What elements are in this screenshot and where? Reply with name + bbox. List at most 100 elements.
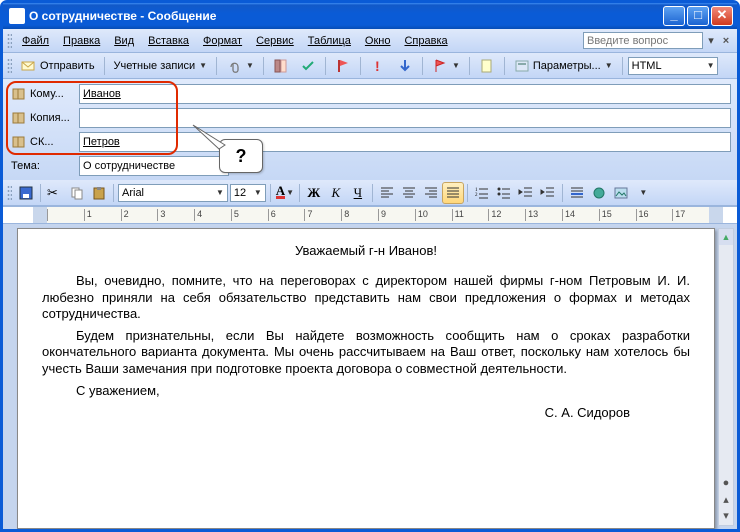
paragraph: Будем признательны, если Вы найдете возм…	[42, 328, 690, 377]
chevron-down-icon[interactable]: ▼	[707, 61, 715, 70]
bold-button[interactable]: Ж	[304, 183, 324, 203]
menu-format[interactable]: Формат	[197, 33, 248, 49]
underline-button[interactable]: Ч	[348, 183, 368, 203]
importance-high-button[interactable]: !	[366, 56, 390, 76]
help-dropdown-icon[interactable]: ▾	[705, 34, 717, 47]
to-field[interactable]: Иванов	[79, 84, 731, 104]
editor-area: Уважаемый г-н Иванов! Вы, очевидно, помн…	[3, 224, 737, 529]
menu-table[interactable]: Таблица	[302, 33, 357, 49]
toolbar-grip[interactable]	[7, 58, 12, 74]
italic-button[interactable]: К	[326, 183, 346, 203]
page-icon	[479, 58, 495, 74]
font-color-button[interactable]: A▼	[275, 183, 295, 203]
align-left-button[interactable]	[377, 183, 397, 203]
book-icon	[11, 110, 27, 126]
menu-window[interactable]: Окно	[359, 33, 397, 49]
align-right-icon	[423, 185, 439, 201]
paragraph: Вы, очевидно, помните, что на переговора…	[42, 273, 690, 322]
more-button[interactable]: ▼	[633, 183, 653, 203]
menu-close-icon[interactable]: ×	[719, 35, 733, 47]
bcc-field[interactable]: Петров	[79, 132, 731, 152]
arrow-down-icon	[397, 58, 413, 74]
toolbar-grip[interactable]	[7, 33, 12, 49]
next-page-icon[interactable]: ▾	[719, 509, 733, 525]
align-justify-button[interactable]	[443, 183, 463, 203]
insert-link-button[interactable]	[589, 183, 609, 203]
ol-icon: 12	[474, 185, 490, 201]
ruler-ticks: 1234567891011121314151617	[47, 209, 709, 221]
align-left-icon	[379, 185, 395, 201]
close-button[interactable]: ✕	[711, 6, 733, 26]
font-name-select[interactable]	[118, 184, 228, 202]
paste-button[interactable]	[89, 183, 109, 203]
importance-low-button[interactable]	[393, 56, 417, 76]
attach-button[interactable]: ▼	[222, 56, 258, 76]
align-center-button[interactable]	[399, 183, 419, 203]
chevron-down-icon[interactable]: ▼	[216, 188, 224, 197]
menu-insert[interactable]: Вставка	[142, 33, 195, 49]
permission-button[interactable]	[331, 56, 355, 76]
vertical-scrollbar[interactable]: ▲ ● ▴ ▾	[718, 228, 734, 526]
insert-picture-button[interactable]	[611, 183, 631, 203]
chevron-down-icon: ▼	[605, 61, 613, 70]
to-button[interactable]: Кому...	[9, 84, 75, 104]
ruler[interactable]: 1234567891011121314151617	[3, 206, 737, 224]
options-icon	[514, 58, 530, 74]
window-title: О сотрудничестве - Сообщение	[29, 9, 663, 23]
maximize-button[interactable]: □	[687, 6, 709, 26]
align-right-button[interactable]	[421, 183, 441, 203]
cc-button[interactable]: Копия...	[9, 108, 75, 128]
chevron-down-icon: ▼	[246, 61, 254, 70]
menu-help[interactable]: Справка	[398, 33, 453, 49]
menu-edit[interactable]: Правка	[57, 33, 106, 49]
hr-icon	[569, 185, 585, 201]
scroll-track[interactable]	[719, 245, 733, 477]
ul-icon	[496, 185, 512, 201]
address-area: Кому... Иванов Копия... СК... Петров Тем…	[3, 79, 737, 180]
outdent-icon	[518, 185, 534, 201]
bullet-list-button[interactable]	[494, 183, 514, 203]
browse-object-icon[interactable]: ●	[719, 477, 733, 493]
chevron-down-icon[interactable]: ▼	[254, 188, 262, 197]
toolbar-grip[interactable]	[7, 185, 12, 201]
prev-page-icon[interactable]: ▴	[719, 493, 733, 509]
numbered-list-button[interactable]: 12	[472, 183, 492, 203]
followup-button[interactable]: ▼	[428, 56, 464, 76]
flag-icon	[335, 58, 351, 74]
signature: С. А. Сидоров	[42, 405, 690, 421]
bcc-button[interactable]: СК...	[9, 132, 75, 152]
link-icon	[591, 185, 607, 201]
align-justify-icon	[445, 185, 461, 201]
scroll-up-icon[interactable]: ▲	[719, 229, 733, 245]
zoom-button[interactable]	[475, 56, 499, 76]
check-icon	[300, 58, 316, 74]
send-icon	[21, 58, 37, 74]
message-format-select[interactable]	[628, 57, 718, 75]
save-button[interactable]	[16, 183, 36, 203]
app-window: О сотрудничестве - Сообщение _ □ ✕ Файл …	[0, 0, 740, 532]
book-icon	[11, 86, 27, 102]
menu-bar: Файл Правка Вид Вставка Формат Сервис Та…	[3, 29, 737, 53]
insert-rule-button[interactable]	[567, 183, 587, 203]
message-body[interactable]: Уважаемый г-н Иванов! Вы, очевидно, помн…	[17, 228, 715, 529]
cut-button[interactable]: ✂	[45, 183, 65, 203]
menu-tools[interactable]: Сервис	[250, 33, 300, 49]
title-bar: О сотрудничестве - Сообщение _ □ ✕	[3, 3, 737, 29]
minimize-button[interactable]: _	[663, 6, 685, 26]
accounts-button[interactable]: Учетные записи▼	[110, 56, 212, 76]
menu-view[interactable]: Вид	[108, 33, 140, 49]
copy-button[interactable]	[67, 183, 87, 203]
send-button[interactable]: Отправить	[17, 56, 99, 76]
menu-file[interactable]: Файл	[16, 33, 55, 49]
outdent-button[interactable]	[516, 183, 536, 203]
options-button[interactable]: Параметры...▼	[510, 56, 617, 76]
addressbook-button[interactable]	[269, 56, 293, 76]
help-search-input[interactable]	[583, 32, 703, 49]
indent-button[interactable]	[538, 183, 558, 203]
cc-field[interactable]	[79, 108, 731, 128]
mail-icon	[9, 8, 25, 24]
subject-field[interactable]	[79, 156, 229, 176]
chevron-down-icon: ▼	[639, 188, 647, 197]
svg-text:!: !	[375, 58, 380, 74]
checknames-button[interactable]	[296, 56, 320, 76]
